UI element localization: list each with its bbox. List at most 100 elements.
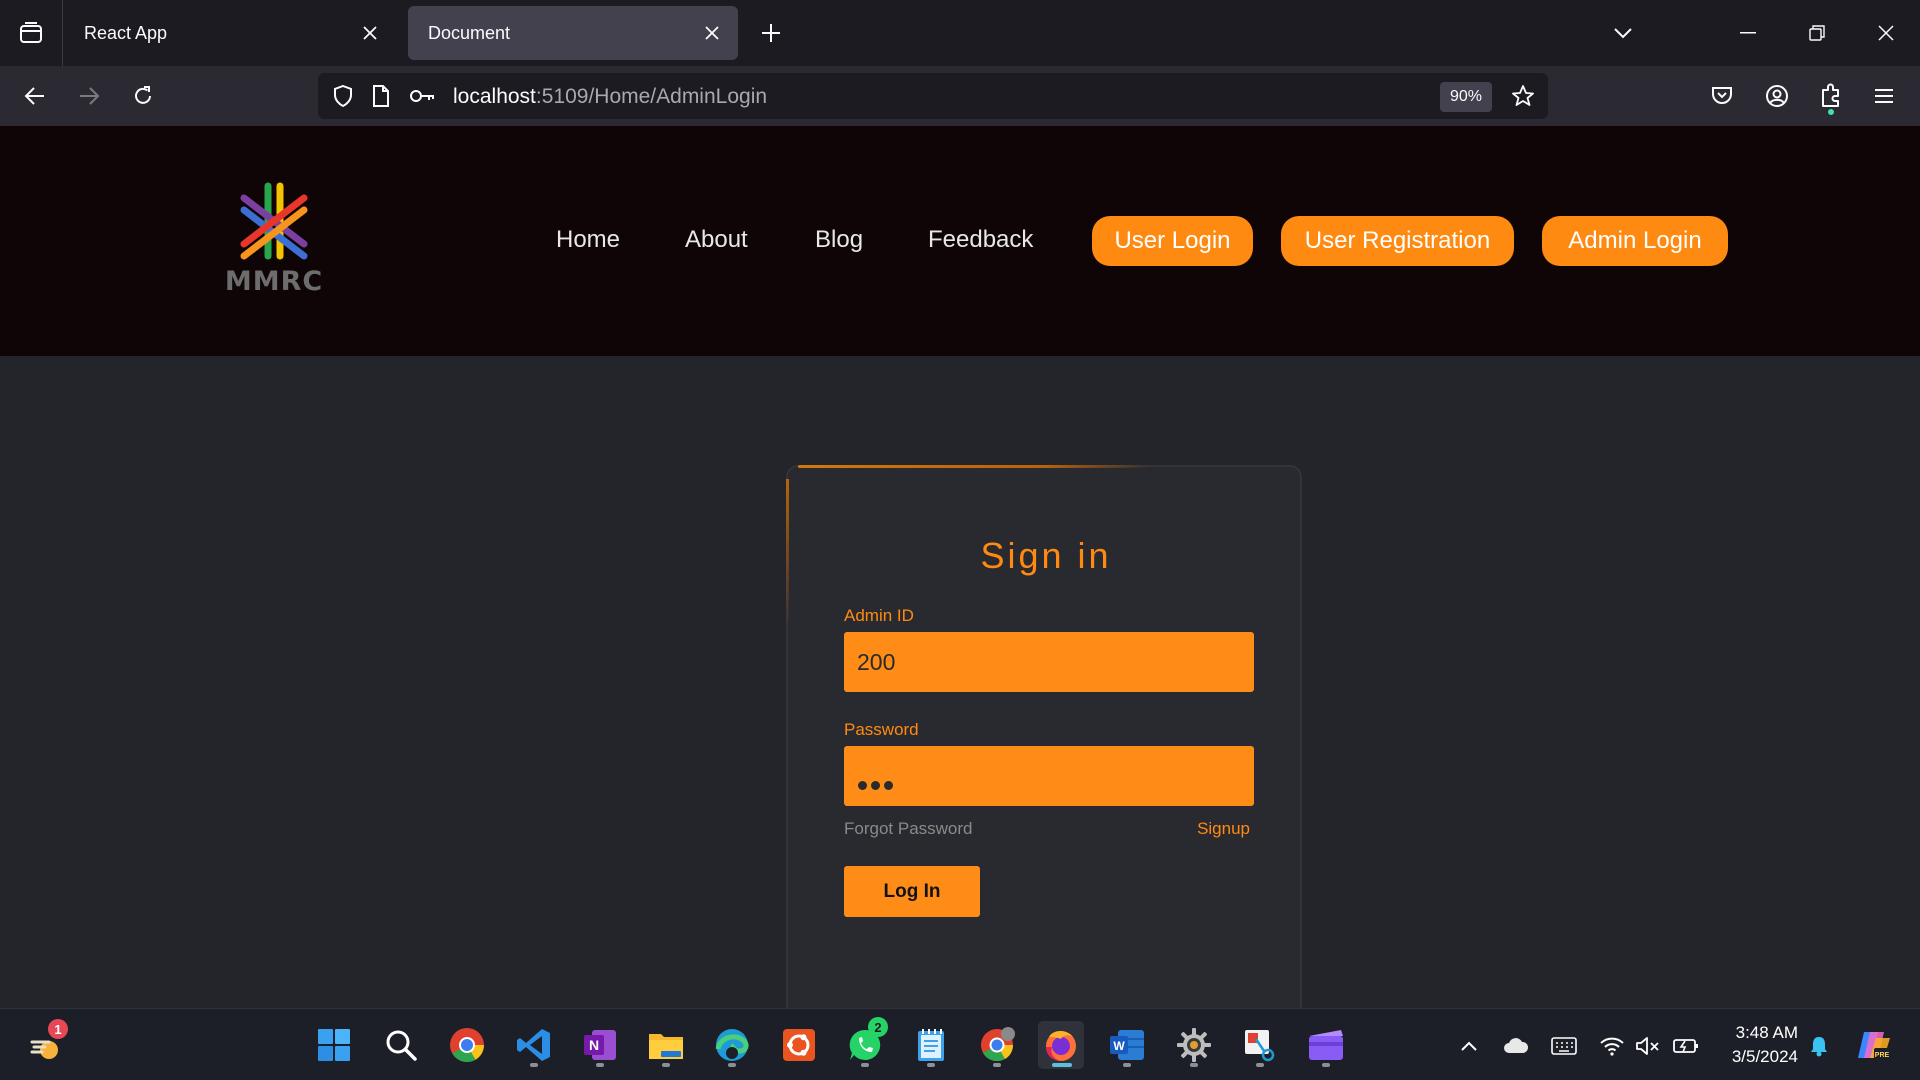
snipping-tool-icon[interactable] xyxy=(1237,1021,1283,1069)
admin-login-button[interactable]: Admin Login xyxy=(1542,216,1728,266)
firefox-icon[interactable] xyxy=(1038,1021,1084,1069)
word-icon[interactable]: W xyxy=(1104,1021,1150,1069)
tab-title: Document xyxy=(428,22,511,43)
url-path: :5109/Home/AdminLogin xyxy=(535,85,768,108)
pocket-icon[interactable] xyxy=(1705,79,1739,113)
tab-title: React App xyxy=(84,22,168,43)
running-indicator xyxy=(728,1063,736,1067)
forward-arrow-icon[interactable] xyxy=(72,79,106,113)
running-indicator xyxy=(596,1063,604,1067)
onenote-icon[interactable]: N xyxy=(577,1021,623,1069)
card-accent-border xyxy=(798,465,1150,468)
show-hidden-icons-chevron-icon[interactable] xyxy=(1455,1033,1483,1059)
vscode-icon[interactable] xyxy=(511,1021,557,1069)
ubuntu-icon[interactable] xyxy=(776,1021,822,1069)
wifi-icon[interactable] xyxy=(1598,1033,1626,1059)
chrome-icon[interactable] xyxy=(444,1021,490,1069)
log-in-button[interactable]: Log In xyxy=(844,866,980,917)
svg-text:W: W xyxy=(1113,1039,1125,1053)
account-icon[interactable] xyxy=(1760,79,1794,113)
running-indicator xyxy=(927,1063,935,1067)
svg-text:PRE: PRE xyxy=(1875,1052,1890,1059)
extensions-puzzle-icon[interactable] xyxy=(1814,79,1848,115)
running-indicator xyxy=(530,1063,538,1067)
password-label: Password xyxy=(844,720,919,739)
bookmark-star-icon[interactable] xyxy=(1510,83,1536,109)
signup-link[interactable]: Signup xyxy=(1197,819,1250,839)
windows-taskbar: 1 N 2 W 3:48 AM 3/5/2024 PRE xyxy=(0,1008,1920,1080)
user-login-button[interactable]: User Login xyxy=(1092,216,1253,266)
notification-bell-icon[interactable] xyxy=(1805,1033,1833,1059)
nav-home-link[interactable]: Home xyxy=(556,226,620,254)
running-indicator xyxy=(1256,1063,1264,1067)
chrome-profile-icon[interactable] xyxy=(974,1021,1020,1069)
page-info-icon[interactable] xyxy=(368,83,394,109)
key-icon[interactable] xyxy=(410,83,436,109)
sign-in-card: Sign in Admin ID Password Forgot Passwor… xyxy=(786,465,1302,1025)
password-input[interactable] xyxy=(844,746,1254,806)
clipchamp-icon[interactable] xyxy=(1303,1021,1349,1069)
running-indicator xyxy=(1322,1063,1330,1067)
close-window-icon[interactable] xyxy=(1869,16,1903,50)
whatsapp-badge: 2 xyxy=(868,1017,888,1037)
list-all-tabs-chevron-icon[interactable] xyxy=(1606,16,1640,50)
reload-icon[interactable] xyxy=(126,79,160,113)
url-text[interactable]: localhost:5109/Home/AdminLogin xyxy=(453,85,767,109)
settings-gear-icon[interactable] xyxy=(1171,1021,1217,1069)
logo-text: MMRC xyxy=(224,266,324,297)
menu-hamburger-icon[interactable] xyxy=(1867,79,1901,113)
notepad-icon[interactable] xyxy=(908,1021,954,1069)
password-mask xyxy=(858,781,893,790)
site-header: MMRC Home About Blog Feedback User Login… xyxy=(0,126,1920,356)
tab-document[interactable]: Document xyxy=(408,6,738,60)
zoom-level-badge[interactable]: 90% xyxy=(1440,82,1492,112)
shield-icon[interactable] xyxy=(330,83,356,109)
widgets-badge: 1 xyxy=(48,1019,68,1039)
battery-charging-icon[interactable] xyxy=(1672,1033,1700,1059)
svg-text:N: N xyxy=(589,1037,599,1053)
close-tab-icon[interactable] xyxy=(700,21,724,45)
user-registration-button[interactable]: User Registration xyxy=(1281,216,1514,266)
minimize-icon[interactable] xyxy=(1731,16,1765,50)
admin-id-input[interactable] xyxy=(844,632,1254,692)
running-indicator xyxy=(662,1063,670,1067)
nav-about-link[interactable]: About xyxy=(685,226,748,254)
back-arrow-icon[interactable] xyxy=(18,79,52,113)
file-explorer-icon[interactable] xyxy=(643,1021,689,1069)
mmrc-logo[interactable]: MMRC xyxy=(224,176,324,297)
extension-dot xyxy=(1828,109,1834,115)
tab-react-app[interactable]: React App xyxy=(64,6,396,60)
address-bar[interactable]: localhost:5109/Home/AdminLogin 90% xyxy=(318,73,1548,119)
widgets-icon[interactable]: 1 xyxy=(24,1019,70,1069)
volume-muted-icon[interactable] xyxy=(1634,1033,1662,1059)
new-tab-plus-icon[interactable] xyxy=(756,18,786,48)
mmrc-logo-mark-icon xyxy=(240,182,308,260)
clock-time: 3:48 AM xyxy=(1735,1023,1798,1042)
whatsapp-icon[interactable]: 2 xyxy=(842,1017,888,1069)
browser-toolbar: localhost:5109/Home/AdminLogin 90% xyxy=(0,66,1920,126)
sign-in-title: Sign in xyxy=(980,535,1112,576)
running-indicator xyxy=(1190,1063,1198,1067)
edge-icon[interactable] xyxy=(709,1021,755,1069)
forgot-password-link[interactable]: Forgot Password xyxy=(844,819,973,839)
running-indicator xyxy=(861,1063,869,1067)
running-indicator xyxy=(993,1063,1001,1067)
nav-blog-link[interactable]: Blog xyxy=(815,226,863,254)
start-windows-icon[interactable] xyxy=(311,1021,357,1069)
onedrive-cloud-icon[interactable] xyxy=(1502,1033,1530,1059)
restore-icon[interactable] xyxy=(1800,16,1834,50)
copilot-icon[interactable]: PRE xyxy=(1855,1027,1893,1063)
active-indicator xyxy=(1052,1063,1072,1067)
clock-date: 3/5/2024 xyxy=(1731,1047,1798,1066)
admin-id-label: Admin ID xyxy=(844,606,914,625)
system-clock[interactable]: 3:48 AM 3/5/2024 xyxy=(1716,1021,1798,1069)
url-host: localhost xyxy=(453,85,536,108)
close-tab-icon[interactable] xyxy=(358,21,382,45)
keyboard-icon[interactable] xyxy=(1550,1033,1578,1059)
running-indicator xyxy=(1123,1063,1131,1067)
search-icon[interactable] xyxy=(378,1021,424,1069)
tab-separator xyxy=(62,0,63,66)
tab-list-icon[interactable] xyxy=(14,18,48,48)
browser-tab-bar: React App Document xyxy=(0,0,1920,66)
nav-feedback-link[interactable]: Feedback xyxy=(928,226,1033,254)
